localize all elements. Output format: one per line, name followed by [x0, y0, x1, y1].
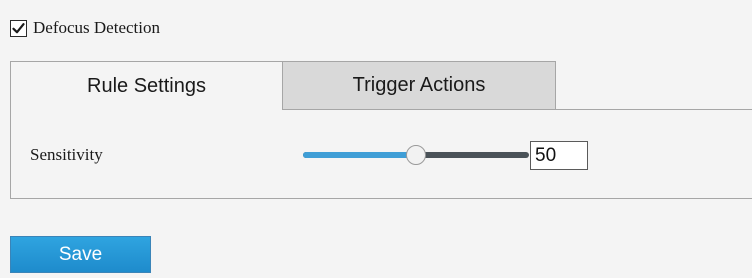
tab-trigger-actions[interactable]: Trigger Actions: [282, 61, 556, 110]
defocus-detection-checkbox[interactable]: [10, 19, 27, 37]
sensitivity-input[interactable]: [530, 141, 588, 170]
checkmark-icon: [12, 22, 25, 33]
tab-divider: [556, 109, 752, 110]
save-button[interactable]: Save: [10, 236, 151, 273]
sensitivity-label: Sensitivity: [30, 145, 103, 164]
slider-thumb[interactable]: [406, 145, 426, 165]
settings-panel: Rule Settings Trigger Actions Sensitivit…: [10, 61, 752, 199]
defocus-detection-label: Defocus Detection: [33, 18, 160, 37]
sensitivity-slider[interactable]: [303, 144, 529, 166]
defocus-detection-option[interactable]: Defocus Detection: [10, 17, 160, 39]
slider-fill: [303, 152, 416, 158]
tab-rule-settings[interactable]: Rule Settings: [11, 61, 282, 110]
